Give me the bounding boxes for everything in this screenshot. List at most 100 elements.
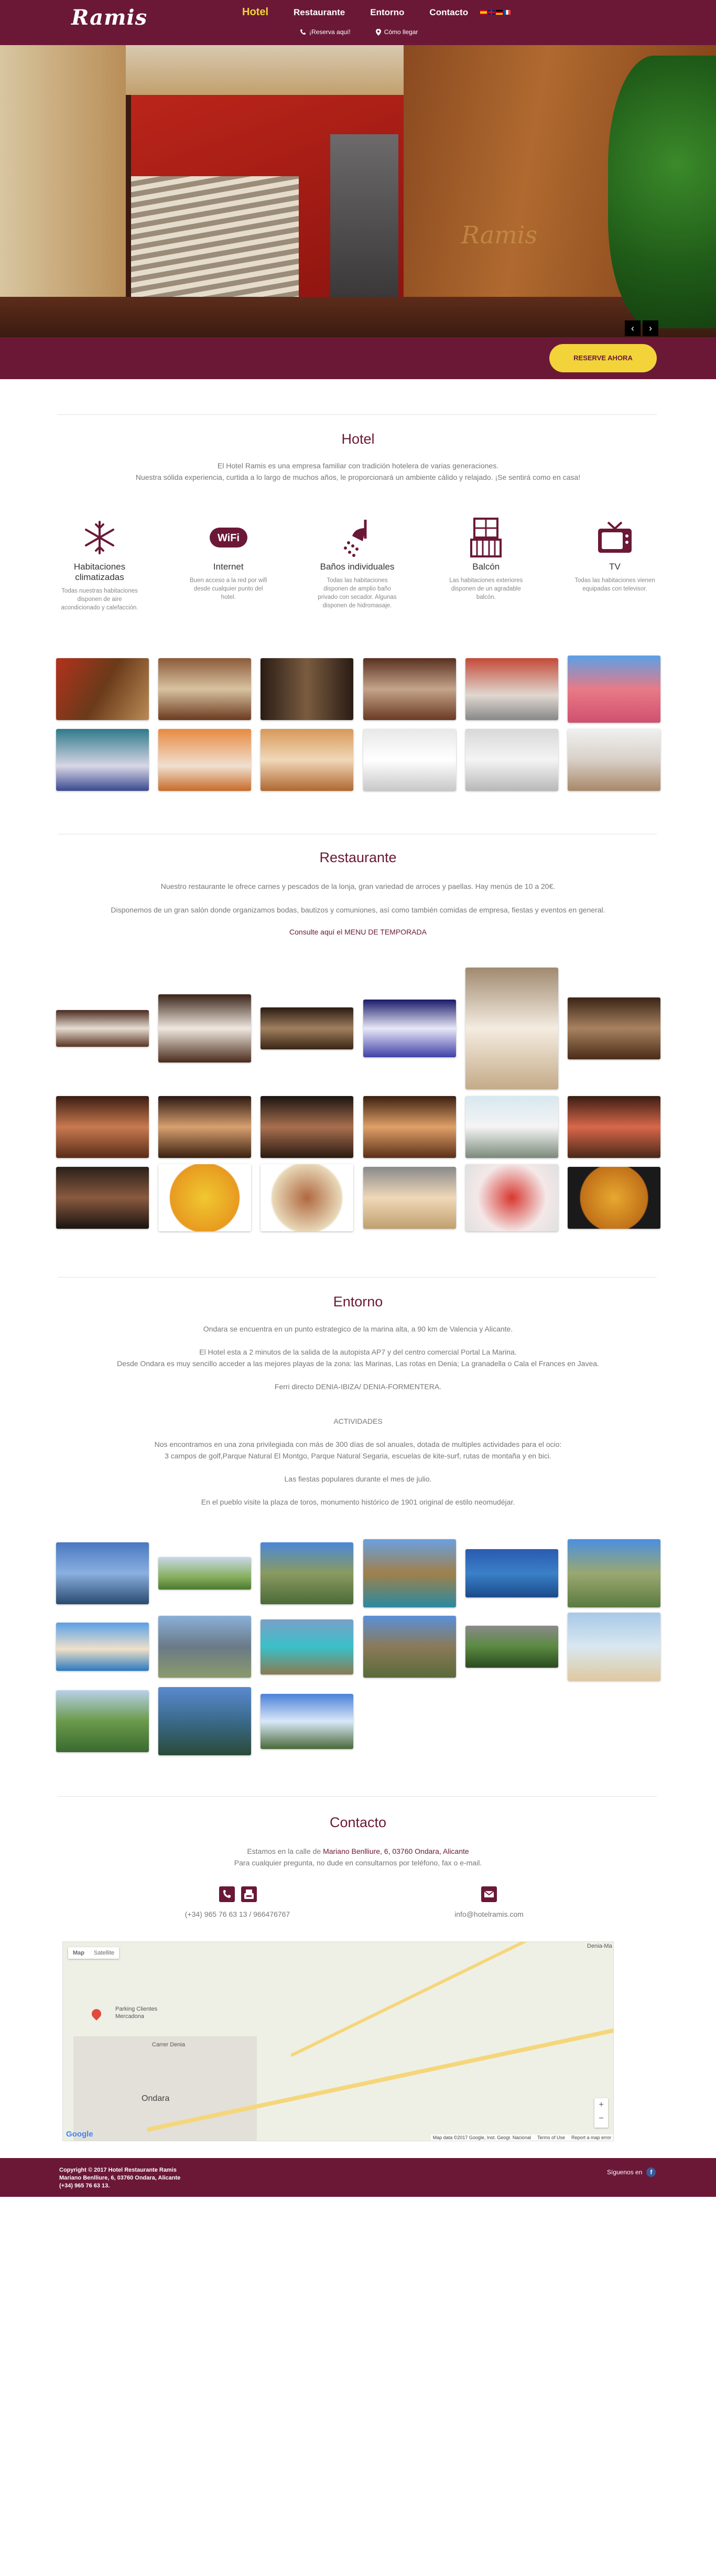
hero-ceiling (126, 45, 404, 95)
menu-link[interactable]: MENU DE TEMPORADA (344, 928, 427, 936)
gallery-photo[interactable] (363, 1167, 456, 1229)
gallery-photo[interactable] (363, 729, 456, 791)
contact-title: Contacto (329, 1815, 387, 1830)
next-arrow-icon[interactable]: › (643, 320, 658, 336)
gallery-photo[interactable] (158, 658, 252, 720)
gallery-photo[interactable] (261, 1542, 354, 1604)
email-icon-wrap (481, 1886, 497, 1905)
gallery-photo[interactable] (56, 1690, 149, 1752)
gallery-photo[interactable] (261, 1164, 354, 1231)
gallery-photo[interactable] (56, 1167, 149, 1229)
gallery-photo[interactable] (465, 1626, 558, 1668)
location-pin-icon (375, 28, 381, 36)
google-map[interactable]: Map Satellite Parking Clientes Mercadona… (62, 1941, 614, 2141)
reserve-link[interactable]: ¡Reserva aquí! (300, 28, 351, 36)
feature-tv: TV Todas las habitaciones vienen equipad… (573, 517, 657, 612)
gallery-photo[interactable] (261, 1007, 354, 1049)
map-label-parking: Parking Clientes (115, 2006, 158, 2012)
gallery-photo[interactable] (363, 658, 456, 720)
gallery-photo[interactable] (56, 729, 149, 791)
gallery-photo[interactable] (158, 1616, 252, 1678)
flag-uk-icon[interactable] (488, 10, 495, 15)
map-type-satellite[interactable]: Satellite (89, 1947, 119, 1959)
gallery-photo[interactable] (465, 729, 558, 791)
activities-title: ACTIVIDADES (333, 1417, 383, 1425)
menu-line: Consulte aquí el MENU DE TEMPORADA (0, 927, 716, 938)
gallery-photo[interactable] (261, 1619, 354, 1675)
book-now-button[interactable]: RESERVE AHORA (549, 344, 657, 372)
gallery-photo[interactable] (261, 658, 354, 720)
gallery-photo[interactable] (567, 729, 660, 791)
contact-email[interactable]: info@hotelramis.com (131, 1909, 716, 1920)
gallery-photo[interactable] (567, 1539, 660, 1607)
footer-info: Copyright © 2017 Hotel Restaurante Ramis… (59, 2166, 180, 2190)
prev-arrow-icon[interactable]: ‹ (625, 320, 641, 336)
site-logo[interactable]: Ramis (71, 5, 147, 30)
feature-desc: Buen acceso a la red por wifi desde cual… (189, 577, 267, 600)
gallery-photo[interactable] (465, 1096, 558, 1158)
gallery-photo[interactable] (363, 1616, 456, 1678)
gallery-photo[interactable] (363, 1096, 456, 1158)
gallery-photo[interactable] (158, 1557, 252, 1590)
nav-contacto[interactable]: Contacto (429, 7, 468, 18)
email-icon (481, 1886, 497, 1902)
map-credits: Map data ©2017 Google, Inst. Geogr. Naci… (430, 2134, 613, 2141)
facebook-icon[interactable]: f (646, 2167, 656, 2177)
gallery-photo[interactable] (567, 656, 660, 723)
gallery-photo[interactable] (158, 1096, 252, 1158)
activities-text-3: Las fiestas populares durante el mes de … (284, 1475, 432, 1483)
hotel-gallery (56, 656, 660, 797)
gallery-photo[interactable] (56, 1542, 149, 1604)
divider (58, 414, 657, 415)
divider (58, 1796, 657, 1797)
gallery-photo[interactable] (261, 729, 354, 791)
hotel-features: Habitaciones climatizadas Todas nuestras… (58, 517, 657, 612)
hotel-intro-1: El Hotel Ramis es una empresa familiar c… (217, 461, 499, 470)
gallery-photo[interactable] (158, 729, 252, 791)
flag-france-icon[interactable] (504, 10, 511, 15)
gallery-photo[interactable] (56, 1623, 149, 1671)
hero-slider: Ramis ‹ › (0, 45, 716, 337)
gallery-photo[interactable] (567, 1613, 660, 1681)
gallery-photo[interactable] (56, 1096, 149, 1158)
tv-icon (598, 521, 632, 553)
gallery-photo[interactable] (158, 994, 252, 1062)
gallery-photo[interactable] (158, 1164, 252, 1231)
flag-germany-icon[interactable] (496, 10, 503, 15)
address-link[interactable]: Mariano Benlliure, 6, 03760 Ondara, Alic… (323, 1847, 469, 1855)
zoom-in-icon[interactable]: + (594, 2098, 608, 2112)
gallery-photo[interactable] (567, 1096, 660, 1158)
gallery-photo[interactable] (363, 1539, 456, 1607)
header: Ramis Hotel Restaurante Entorno Contacto… (0, 0, 716, 45)
reserve-label: ¡Reserva aquí! (309, 28, 351, 36)
nav-hotel[interactable]: Hotel (242, 6, 268, 18)
surroundings-text-4: Ferri directo DENIA-IBIZA/ DENIA-FORMENT… (274, 1382, 442, 1391)
gallery-photo[interactable] (158, 1687, 252, 1755)
map-type-map[interactable]: Map (68, 1947, 89, 1959)
nav-restaurante[interactable]: Restaurante (294, 7, 345, 18)
gallery-photo[interactable] (567, 997, 660, 1059)
flag-spain-icon[interactable] (480, 10, 487, 15)
gallery-photo[interactable] (261, 1693, 354, 1749)
hero-wall (0, 45, 126, 337)
gallery-photo[interactable] (465, 1164, 558, 1231)
map-marker-icon[interactable] (90, 2007, 103, 2021)
gallery-photo[interactable] (465, 1549, 558, 1597)
map-report-link[interactable]: Report a map error (571, 2135, 611, 2140)
gallery-photo[interactable] (363, 1000, 456, 1057)
gallery-photo[interactable] (465, 968, 558, 1089)
hotel-title: Hotel (341, 431, 375, 447)
follow-label: Síguenos en (607, 2169, 643, 2176)
map-terms-link[interactable]: Terms of Use (537, 2135, 565, 2140)
gallery-photo[interactable] (465, 658, 558, 720)
gallery-photo[interactable] (56, 658, 149, 720)
gallery-photo[interactable] (56, 1010, 149, 1047)
zoom-out-icon[interactable]: − (594, 2112, 608, 2126)
main-nav: Hotel Restaurante Entorno Contacto (242, 6, 493, 18)
feature-balcony: Balcón Las habitaciones exteriores dispo… (444, 517, 528, 612)
directions-link[interactable]: Cómo llegar (375, 28, 418, 36)
nav-entorno[interactable]: Entorno (370, 7, 404, 18)
feature-desc: Todas las habitaciones disponen de ampli… (318, 577, 397, 609)
gallery-photo[interactable] (261, 1096, 354, 1158)
gallery-photo[interactable] (567, 1167, 660, 1229)
